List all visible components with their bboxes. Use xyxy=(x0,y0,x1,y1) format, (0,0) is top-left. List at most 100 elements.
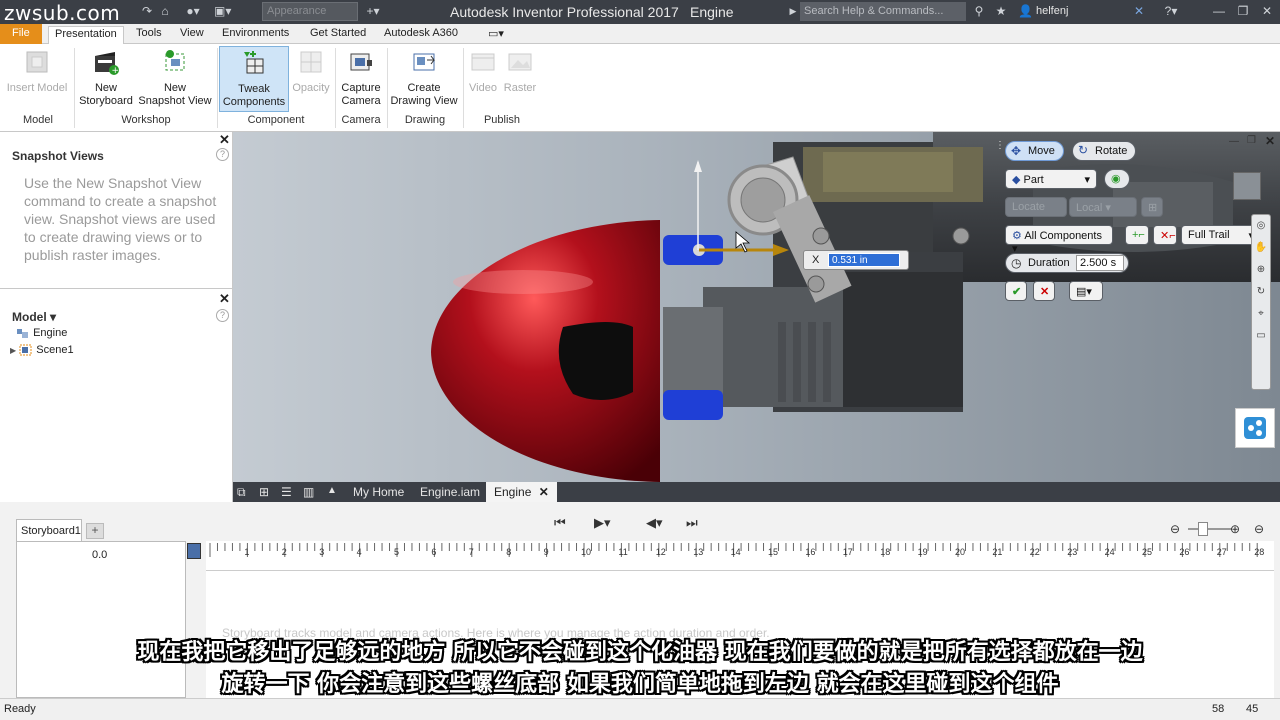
snapshot-help-icon[interactable]: ? xyxy=(216,148,229,161)
close-tab-icon[interactable]: ✕ xyxy=(539,485,549,499)
close-snapshot-panel-icon[interactable]: ✕ xyxy=(219,132,230,148)
tab-presentation[interactable]: Presentation xyxy=(48,26,124,45)
tab-view[interactable]: View xyxy=(174,26,210,40)
tab-get-started[interactable]: Get Started xyxy=(304,26,372,40)
tab-environments[interactable]: Environments xyxy=(216,26,295,40)
snapshot-views-title: Snapshot Views xyxy=(12,149,104,163)
user-name[interactable]: helfenj xyxy=(1036,5,1068,17)
all-components-dropdown[interactable]: ⚙ All Components ▾ xyxy=(1005,225,1113,255)
go-to-start-icon[interactable]: ⏮ xyxy=(554,515,566,531)
snap-icon[interactable]: ⊞ xyxy=(1141,197,1163,217)
restore-icon[interactable]: ❐ xyxy=(1236,4,1250,18)
nav-wheel-icon[interactable]: ◎ xyxy=(1252,215,1270,237)
close-icon[interactable]: ✕ xyxy=(1260,4,1274,18)
insert-model-button[interactable]: Insert Model xyxy=(4,48,70,95)
play-icon[interactable]: ▶▾ xyxy=(594,515,611,531)
remove-trail-icon[interactable]: ✕⌐ xyxy=(1153,225,1177,245)
tweak-components-button[interactable]: Tweak Components xyxy=(219,46,289,112)
opacity-button[interactable]: Opacity xyxy=(290,48,332,95)
duration-input[interactable]: 2.500 s xyxy=(1076,255,1124,271)
playhead-icon[interactable] xyxy=(187,543,201,559)
tab-list-icon[interactable]: ▲ xyxy=(327,485,337,496)
x-distance-input[interactable]: 0.531 in xyxy=(828,253,900,267)
help-icon[interactable]: ?▾ xyxy=(1164,4,1178,18)
tile-icon[interactable]: ⊞ xyxy=(259,485,269,499)
tree-item-engine[interactable]: Engine xyxy=(16,327,67,339)
go-to-end-icon[interactable]: ⏭ xyxy=(686,515,698,531)
video-button[interactable]: Video xyxy=(466,48,500,95)
raster-button[interactable]: Raster xyxy=(502,48,538,95)
ok-button[interactable]: ✔ xyxy=(1005,281,1027,301)
cascade-icon[interactable]: ⧉ xyxy=(237,485,246,500)
zoom-out-icon[interactable]: ⊖ xyxy=(1170,522,1180,536)
home-icon[interactable]: ⌂ xyxy=(158,4,172,18)
storyboard-tab[interactable]: Storyboard1 xyxy=(16,519,82,541)
cancel-button[interactable]: ✕ xyxy=(1033,281,1055,301)
graphics-viewport[interactable]: X 0.531 in ⋮ Move ✥ Rotate ↻ ◆ Part ▾ ◉ L… xyxy=(233,132,1280,482)
doc-tab-engine[interactable]: Engine ✕ xyxy=(486,482,557,502)
look-at-icon[interactable]: ⌖ xyxy=(1252,303,1270,325)
search-input[interactable]: Search Help & Commands... xyxy=(800,2,966,21)
local-dropdown[interactable]: Local ▾ xyxy=(1069,197,1137,217)
x-axis-label: X xyxy=(812,254,820,266)
zoom-icon[interactable]: ⊕ xyxy=(1252,259,1270,281)
redo-icon[interactable]: ↷ xyxy=(140,4,154,18)
zoom-in-icon[interactable]: ⊕ xyxy=(1230,522,1240,536)
select-icon[interactable]: ●▾ xyxy=(186,4,200,18)
orbit-icon[interactable]: ↻ xyxy=(1252,281,1270,303)
appearance-dropdown[interactable]: Appearance xyxy=(262,2,358,21)
expand-chevron-icon[interactable]: ▶ xyxy=(10,346,16,355)
capture-camera-button[interactable]: Capture Camera xyxy=(337,48,385,108)
binoculars-icon[interactable]: ⚲ xyxy=(972,4,986,18)
drawing-view-label-2: Drawing View xyxy=(390,95,458,107)
tile-horizontal-icon[interactable]: ☰ xyxy=(281,485,292,499)
tab-file[interactable]: File xyxy=(0,24,42,44)
move-label: Move xyxy=(1028,145,1055,157)
timeline-close-icon[interactable]: ⊖ xyxy=(1254,522,1264,536)
add-storyboard-button[interactable]: + xyxy=(86,523,104,539)
visibility-toggle[interactable]: ◉ xyxy=(1104,169,1130,189)
ruler-tick-label: 16 xyxy=(805,547,815,557)
exchange-icon[interactable]: ✕ xyxy=(1132,4,1146,18)
pan-icon[interactable]: ✋ xyxy=(1252,237,1270,259)
star-icon[interactable]: ★ xyxy=(994,4,1008,18)
panel-divider xyxy=(0,288,233,289)
user-icon[interactable]: 👤 xyxy=(1018,4,1033,18)
tab-options-icon[interactable]: ▭▾ xyxy=(482,26,510,41)
doc-tab-engine-iam[interactable]: Engine.iam xyxy=(420,485,480,499)
add-icon[interactable]: +▾ xyxy=(366,4,380,18)
locate-label: Locate xyxy=(1012,201,1046,213)
doc-tab-home[interactable]: My Home xyxy=(353,485,404,499)
full-trail-dropdown[interactable]: Full Trail▾ xyxy=(1181,225,1261,245)
options-menu[interactable]: ▤▾ xyxy=(1069,281,1103,301)
ruler-tick-label: 10 xyxy=(581,547,591,557)
locate-button[interactable]: Locate xyxy=(1005,197,1067,217)
share-panel[interactable] xyxy=(1235,408,1275,448)
reverse-play-icon[interactable]: ◀▾ xyxy=(646,515,663,531)
viewport-close-icon[interactable]: ✕ xyxy=(1265,134,1275,148)
zoom-slider-thumb[interactable] xyxy=(1198,522,1208,536)
tree-item-scene[interactable]: ▶ Scene1 xyxy=(10,344,74,356)
new-snapshot-view-button[interactable]: New Snapshot View xyxy=(136,48,214,108)
view-cube[interactable] xyxy=(1233,172,1261,200)
browser-panel: ✕ Snapshot Views ? Use the New Snapshot … xyxy=(0,132,233,502)
add-trail-icon[interactable]: +⌐ xyxy=(1125,225,1149,245)
tile-vertical-icon[interactable]: ▥ xyxy=(303,485,314,499)
model-help-icon[interactable]: ? xyxy=(216,309,229,322)
zoom-slider[interactable] xyxy=(1188,528,1232,530)
full-nav-icon[interactable]: ▭ xyxy=(1252,325,1270,347)
viewport-minimize-icon[interactable]: — xyxy=(1229,136,1239,147)
ruler-tick-label: 24 xyxy=(1105,547,1115,557)
part-dropdown[interactable]: ◆ Part ▾ xyxy=(1005,169,1097,189)
create-drawing-view-button[interactable]: Create Drawing View xyxy=(389,48,459,108)
tab-a360[interactable]: Autodesk A360 xyxy=(378,26,464,40)
tab-tools[interactable]: Tools xyxy=(130,26,168,40)
close-model-panel-icon[interactable]: ✕ xyxy=(219,291,230,307)
minimize-icon[interactable]: — xyxy=(1212,4,1226,18)
model-browser-title[interactable]: Model ▾ xyxy=(12,310,56,324)
material-icon[interactable]: ▣▾ xyxy=(214,4,231,18)
expand-icon[interactable]: ▶ xyxy=(786,4,800,18)
new-storyboard-button[interactable]: + New Storyboard xyxy=(76,48,136,108)
timeline-ruler[interactable]: 1 2 3 4 5 6 7 8 9 10 11 12 13 14 15 16 17 18 19 20 21 22 23 24 2… xyxy=(206,541,1274,571)
viewport-restore-icon[interactable]: ❐ xyxy=(1247,135,1256,146)
